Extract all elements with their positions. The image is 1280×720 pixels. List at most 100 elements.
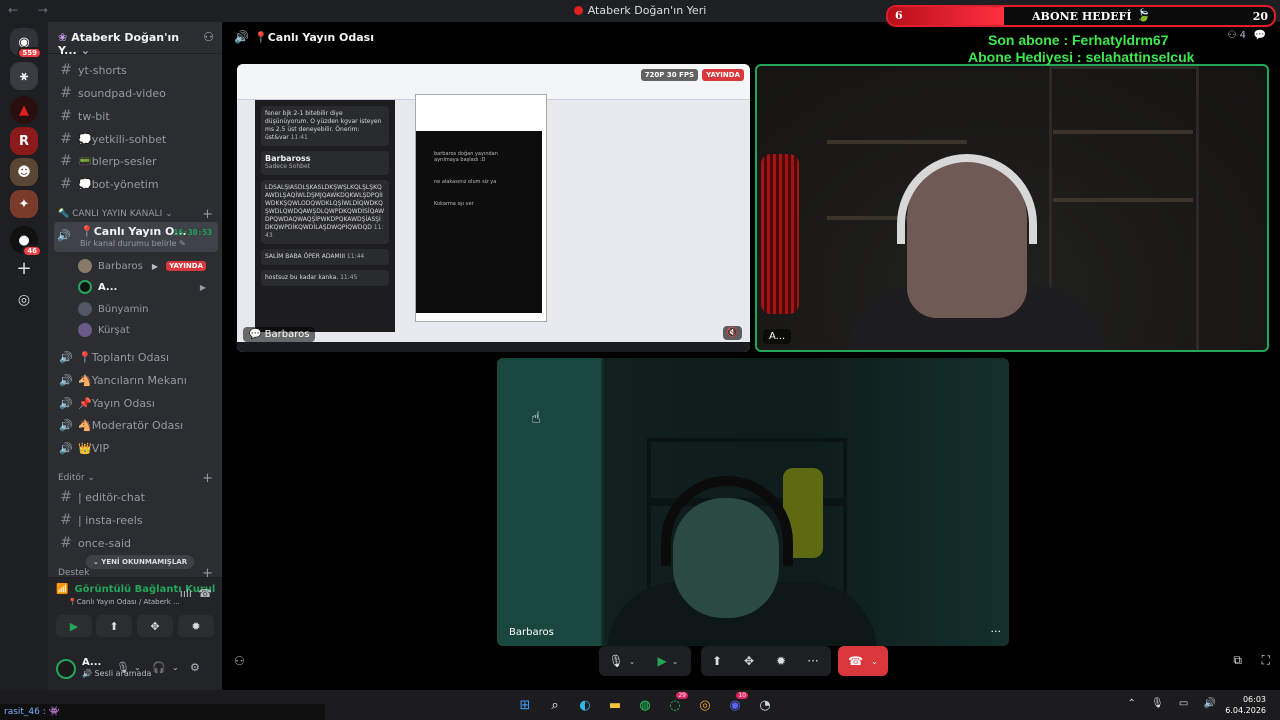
chevron-down-icon[interactable]: ⌄ (172, 663, 179, 672)
channel-status[interactable]: Bir kanal durumu belirle ✎ (80, 239, 186, 248)
channel-label: yt-shorts (78, 63, 127, 77)
explore-icon[interactable]: ◎ (10, 286, 38, 314)
microphone (761, 154, 799, 314)
server-icon[interactable]: ● 46 (10, 226, 42, 257)
voice-user-barbaros[interactable]: Barbaros ▶ YAYINDA (78, 256, 214, 276)
speaker-icon: 🔊 (59, 396, 73, 410)
camera-button[interactable]: ▶ (56, 615, 92, 637)
new-unread-pill[interactable]: ⌄ YENİ OKUNMAMIŞLAR (86, 555, 195, 569)
steam-icon[interactable]: ◔ (750, 694, 780, 716)
search-icon[interactable]: ⌕ (540, 694, 570, 716)
hash-icon: # (60, 62, 72, 78)
camera-button[interactable]: ▶ ⌄ (645, 646, 691, 676)
more-icon[interactable]: ··· (991, 625, 1002, 638)
soundboard-button[interactable]: ✹ (178, 615, 214, 637)
avatar (78, 259, 92, 273)
channel-soundpad-video[interactable]: # soundpad-video (54, 83, 218, 103)
channel-bot-yonetim[interactable]: # 💭bot-yönetim (54, 174, 218, 194)
muted-icon[interactable]: 🔇 (722, 326, 742, 340)
server-icon[interactable]: ☻ (10, 158, 38, 186)
channel-toplanti-odasi[interactable]: 🔊 📍Toplantı Odası (54, 347, 218, 367)
add-channel-icon[interactable]: + (202, 471, 213, 486)
disconnect-icon[interactable]: ☎ (198, 587, 212, 600)
channel-insta-reels[interactable]: # | insta-reels (54, 510, 218, 530)
speaker-icon: 🔊 (59, 441, 73, 455)
mic-icon[interactable]: 🎙 (116, 661, 130, 674)
soundboard-button[interactable]: ✹ (765, 646, 797, 676)
system-tray[interactable]: ⌃ 🎙 ▭ 🔊 (1127, 698, 1222, 709)
chevron-down-icon[interactable]: ⌄ (134, 663, 141, 672)
gift-subscriber: Abone Hediyesi : selahattinselcuk (968, 49, 1195, 65)
invite-icon[interactable]: ⚇ (203, 30, 214, 44)
add-server-icon[interactable]: + (10, 254, 38, 282)
fullscreen-icon[interactable]: ⛶ (1262, 653, 1270, 668)
screenshare-tile[interactable]: fener bjk 2-1 bitebilir diye düşünüyorum… (237, 64, 750, 352)
channel-once-said[interactable]: # once-said (54, 533, 218, 553)
channel-yayin-odasi[interactable]: 🔊 📌Yayın Odası (54, 393, 218, 413)
server-icon[interactable]: ⚹ (10, 62, 38, 90)
category-live[interactable]: 🔦 CANLI YAYIN KANALI ⌄ + (58, 207, 213, 222)
channel-moderator-odasi[interactable]: 🔊 🐴Moderatör Odası (54, 415, 218, 435)
members-icon[interactable]: ⚇ 4 (1227, 30, 1246, 41)
channel-label: 📌Yayın Odası (78, 396, 155, 410)
channel-yancilarin-mekani[interactable]: 🔊 🐴Yancıların Mekanı (54, 370, 218, 390)
category-editor[interactable]: Editör ⌄ + (58, 471, 213, 486)
screen-share-button[interactable]: ⬆ (701, 646, 733, 676)
whatsapp-icon[interactable]: ◌ 29 (660, 692, 690, 716)
live-badge: YAYINDA (702, 69, 744, 81)
chat-icon[interactable]: 💬 (1254, 30, 1266, 41)
server-icon[interactable]: ✦ (10, 190, 38, 218)
discord-icon[interactable]: ◉ 10 (720, 692, 750, 716)
server-icon[interactable]: ▲ (10, 96, 38, 124)
server-icon[interactable]: R (10, 127, 38, 155)
subscriber-goal-bar: 6 ABONE HEDEFİ 🍃 20 (886, 5, 1276, 27)
clock[interactable]: 06:03 6.04.2026 (1225, 694, 1266, 716)
noise-suppression-icon[interactable]: ıılı (180, 587, 192, 600)
add-people-icon[interactable]: ⚇ (234, 654, 245, 668)
gear-icon[interactable]: ⚙ (190, 661, 200, 674)
activity-button[interactable]: ✥ (733, 646, 765, 676)
hash-icon: # (60, 176, 72, 192)
server-logo-icon (573, 6, 583, 15)
windows-start-icon[interactable]: ⊞ (510, 694, 540, 716)
channel-tw-bit[interactable]: # tw-bit (54, 106, 218, 126)
voice-user-bunyamin[interactable]: Bünyamin (78, 299, 214, 319)
connection-location[interactable]: 📍Canlı Yayın Odası / Ataberk ... (68, 598, 180, 606)
channel-label: 📍Canlı Yayın O... (80, 225, 187, 238)
headset-icon[interactable]: 🎧 (152, 661, 166, 674)
paint-text: ne alakasınız olum siz ya (434, 179, 497, 185)
tile-name-label: A... (763, 329, 792, 344)
spotify-icon[interactable]: ◍ (630, 694, 660, 716)
disconnect-button[interactable]: ☎ ⌄ (838, 646, 888, 676)
mic-button[interactable]: 🎙 ⌄ (599, 646, 645, 676)
more-options-button[interactable]: ··· (797, 646, 829, 676)
avatar[interactable] (56, 659, 76, 679)
popout-icon[interactable]: ⧉ (1233, 653, 1242, 668)
activity-controls: ⬆ ✥ ✹ ··· (701, 646, 831, 676)
edge-icon[interactable]: ◐ (570, 694, 600, 716)
channel-yt-shorts[interactable]: # yt-shorts (54, 60, 218, 80)
screen-share-button[interactable]: ⬆ (96, 615, 132, 637)
call-area: 🔊 📍Canlı Yayın Odası ⚇ 4 💬 fener bjk 2-1… (222, 22, 1280, 690)
server-header[interactable]: ❀ Ataberk Doğan'ın Y... ⌄ ⚇ (48, 22, 222, 57)
channel-editor-chat[interactable]: # | editör-chat (54, 487, 218, 507)
voice-user-a[interactable]: A... ▶ (78, 277, 214, 297)
camera-icon: ▶ (151, 261, 158, 271)
call-title: 📍Canlı Yayın Odası (254, 31, 375, 44)
chat-message: hostsuz bu kadar kanka. 11:45 (261, 270, 389, 286)
channel-label: tw-bit (78, 109, 110, 123)
file-explorer-icon[interactable]: ▬ (600, 694, 630, 716)
voice-user-kursat[interactable]: Kürşat (78, 320, 214, 340)
chrome-icon[interactable]: ◎ (690, 694, 720, 716)
channel-blerp-sesler[interactable]: # 📟blerp-sesler (54, 151, 218, 171)
add-channel-icon[interactable]: + (202, 207, 213, 222)
channel-canli-yayin-odasi[interactable]: 🔊 📍Canlı Yayın O... Bir kanal durumu bel… (54, 222, 218, 252)
activity-button[interactable]: ✥ (137, 615, 173, 637)
user-name[interactable]: A... (82, 657, 101, 668)
webcam-tile-a[interactable]: A... (755, 64, 1269, 352)
webcam-tile-barbaros[interactable]: Barbaros ··· (497, 358, 1009, 646)
channel-vip[interactable]: 🔊 👑VIP (54, 438, 218, 458)
chat-sender: Barbaross (265, 154, 311, 163)
discord-home-icon[interactable]: ◉ 559 (10, 28, 42, 59)
channel-yetkili-sohbet[interactable]: # 💭yetkili-sohbet (54, 129, 218, 149)
